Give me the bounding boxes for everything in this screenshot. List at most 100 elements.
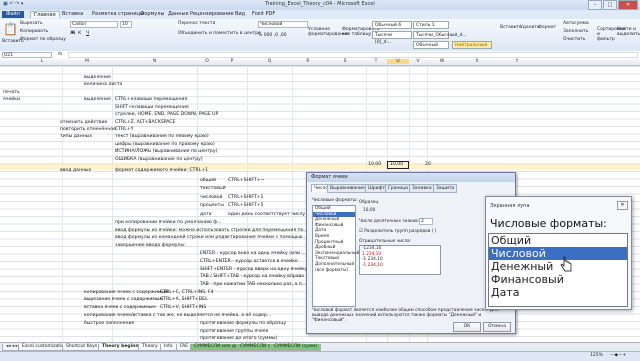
tab-data[interactable]: Данные: [168, 11, 189, 17]
column-header[interactable]: O: [197, 59, 217, 64]
cell[interactable]: протягивание группы ячеек: [200, 329, 268, 335]
cell[interactable]: CTRL+Z, ALT+BACKSPACE: [115, 120, 175, 126]
cell[interactable]: формат содержимого ячейки: CTRL+1: [115, 168, 208, 174]
underline-button[interactable]: Ч: [86, 31, 89, 36]
cell[interactable]: отменить действие: [60, 120, 107, 126]
paste-icon[interactable]: 📋: [3, 22, 18, 36]
cell[interactable]: SHIFT+клавиши перемещения: [115, 105, 189, 111]
cell[interactable]: типы данных: [60, 134, 92, 140]
minimize-button[interactable]: –: [588, 0, 602, 10]
italic-button[interactable]: К: [78, 31, 81, 36]
percent-button[interactable]: % 000 ,0 ,00: [258, 33, 287, 38]
cut-button[interactable]: Вырезать: [20, 21, 43, 26]
column-header[interactable]: W: [427, 59, 457, 64]
cell[interactable]: ОШИБКА (выравнивание по центру): [115, 157, 203, 163]
tab-formulas[interactable]: Формулы: [140, 11, 164, 17]
cell[interactable]: вырезание ячеек с содержимым: [84, 297, 163, 303]
cell[interactable]: ячейки: [3, 97, 20, 103]
sheet-tab[interactable]: Theory: [138, 344, 162, 351]
cell[interactable]: CTRL+SHIFT+1: [228, 195, 263, 201]
copy-button[interactable]: Копировать: [20, 29, 48, 34]
column-header[interactable]: V: [409, 59, 427, 64]
fx-icon[interactable]: fx: [58, 52, 62, 57]
cell[interactable]: ИСТИНА/ЛОЖЬ (выравнивание по центру): [115, 149, 217, 155]
cell[interactable]: CTRL+X, SHIFT+DEL: [160, 297, 208, 303]
close-icon[interactable]: ✕: [617, 201, 628, 210]
cell[interactable]: повторить отменённое: [60, 127, 116, 133]
cell[interactable]: проценты: [200, 203, 224, 209]
sheet-tab[interactable]: СУММЕСЛИ (сумм): [270, 344, 322, 351]
ok-button[interactable]: ОК: [453, 322, 481, 332]
wrap-text-button[interactable]: Перенос текста: [178, 21, 215, 26]
format-cells-button[interactable]: Формат: [538, 25, 556, 30]
cell[interactable]: печать: [3, 90, 20, 96]
cell[interactable]: ввод формулы из ячейки: можно использова…: [115, 228, 308, 234]
column-header-selected[interactable]: U: [387, 59, 409, 64]
column-header[interactable]: R: [292, 59, 324, 64]
clear-button[interactable]: Очистить: [563, 37, 585, 42]
column-header[interactable]: M: [62, 59, 112, 64]
style-1[interactable]: Стиль 1: [413, 21, 449, 29]
cell-value[interactable]: 20: [425, 162, 431, 168]
cell[interactable]: общий: [200, 178, 216, 184]
column-header[interactable]: L: [22, 59, 62, 64]
style-thousands-normal[interactable]: Тысячи_Обычный_d...: [413, 31, 467, 39]
cell[interactable]: числовой: [200, 195, 222, 201]
cell[interactable]: выделение: [84, 97, 111, 103]
font-size-select[interactable]: 10: [120, 21, 132, 28]
sheet-tab[interactable]: Shortcut Keys: [62, 344, 102, 351]
column-header[interactable]: P: [217, 59, 247, 64]
cell[interactable]: величина листа: [84, 82, 122, 88]
style-normal-6[interactable]: Обычный 6: [372, 21, 412, 29]
cell[interactable]: копирование ячеек/вставка с так же, но в…: [84, 313, 271, 319]
cell[interactable]: при копировании ячейки по умолчанию ф...: [115, 220, 222, 226]
cell[interactable]: завершение ввода формулы:: [115, 243, 186, 249]
find-select-button[interactable]: Найти и выделить: [617, 27, 640, 37]
delete-cells-button[interactable]: Удалить: [520, 25, 540, 30]
tab-file[interactable]: Файл: [2, 11, 24, 18]
column-header[interactable]: X: [457, 59, 497, 64]
formula-input[interactable]: [68, 52, 638, 58]
style-thousands-0[interactable]: Тысячи [0]_d...: [372, 31, 412, 45]
tab-alignment[interactable]: Выравнивание: [327, 184, 368, 193]
column-header[interactable]: Q: [247, 59, 292, 64]
column-header[interactable]: S: [324, 59, 366, 64]
tab-page-layout[interactable]: Разметка страницы: [92, 11, 144, 17]
cell[interactable]: вставка ячеек с содержимым: [84, 305, 156, 311]
zoom-slider[interactable]: —◆—+: [610, 353, 626, 358]
sort-filter-button[interactable]: Сортировка и фильтр: [597, 27, 625, 42]
cell[interactable]: CTRL+клавиши перемещения: [115, 97, 187, 103]
column-header[interactable]: Y: [497, 59, 537, 64]
decimals-input[interactable]: 2: [419, 218, 433, 225]
fill-button[interactable]: Заполнить: [563, 29, 588, 34]
column-header[interactable]: N: [112, 59, 197, 64]
sheet-tab[interactable]: Info: [160, 344, 177, 351]
cell[interactable]: TAB / SHIFT+TAB - курсор на ячейку вправ…: [200, 274, 304, 280]
format-as-table-button[interactable]: Форматировать как таблицу: [342, 27, 379, 37]
cell[interactable]: стрелки, HOME, END, PAGE DOWN, PAGE UP: [115, 112, 218, 118]
cell[interactable]: CTRL+SHIFT+5: [228, 203, 263, 209]
cell[interactable]: TAB - при нажатии TAB несколько раз, а п…: [200, 282, 306, 288]
tab-border[interactable]: Граница: [385, 184, 412, 193]
cell[interactable]: CTRL+ENTER - курсор остается в ячейке: [200, 259, 298, 265]
cell[interactable]: выделение: [84, 75, 111, 81]
close-button[interactable]: ✕: [618, 0, 638, 10]
cell[interactable]: один день соответствует числу: [228, 212, 305, 218]
font-name-select[interactable]: Calibri: [70, 21, 118, 28]
cell[interactable]: CTRL+V, SHIFT+INS: [160, 305, 206, 311]
merge-center-button[interactable]: Объединить и поместить в центре: [178, 31, 261, 36]
cell[interactable]: CTRL+Y: [115, 127, 133, 133]
cell[interactable]: CTRL+C, CTRL+INS, F4: [160, 290, 214, 296]
tab-home[interactable]: Главная: [30, 11, 60, 18]
cell-value[interactable]: 10,00: [368, 162, 381, 168]
cell[interactable]: быстрое заполнение: [84, 321, 134, 327]
conditional-formatting-button[interactable]: Условное форматирование: [308, 27, 349, 37]
format-item[interactable]: Дополнительный: [313, 262, 355, 268]
insert-cells-button[interactable]: Вставить: [500, 25, 522, 30]
negative-item[interactable]: -1 234,10: [360, 263, 440, 269]
cell[interactable]: ввод формулы из командной строки или ред…: [115, 235, 307, 241]
zoom-level[interactable]: 125%: [590, 353, 603, 358]
cell[interactable]: текст (выравнивание по левому краю): [115, 134, 209, 140]
style-normal[interactable]: Обычный: [413, 41, 449, 49]
bold-button[interactable]: Ж: [70, 31, 76, 36]
